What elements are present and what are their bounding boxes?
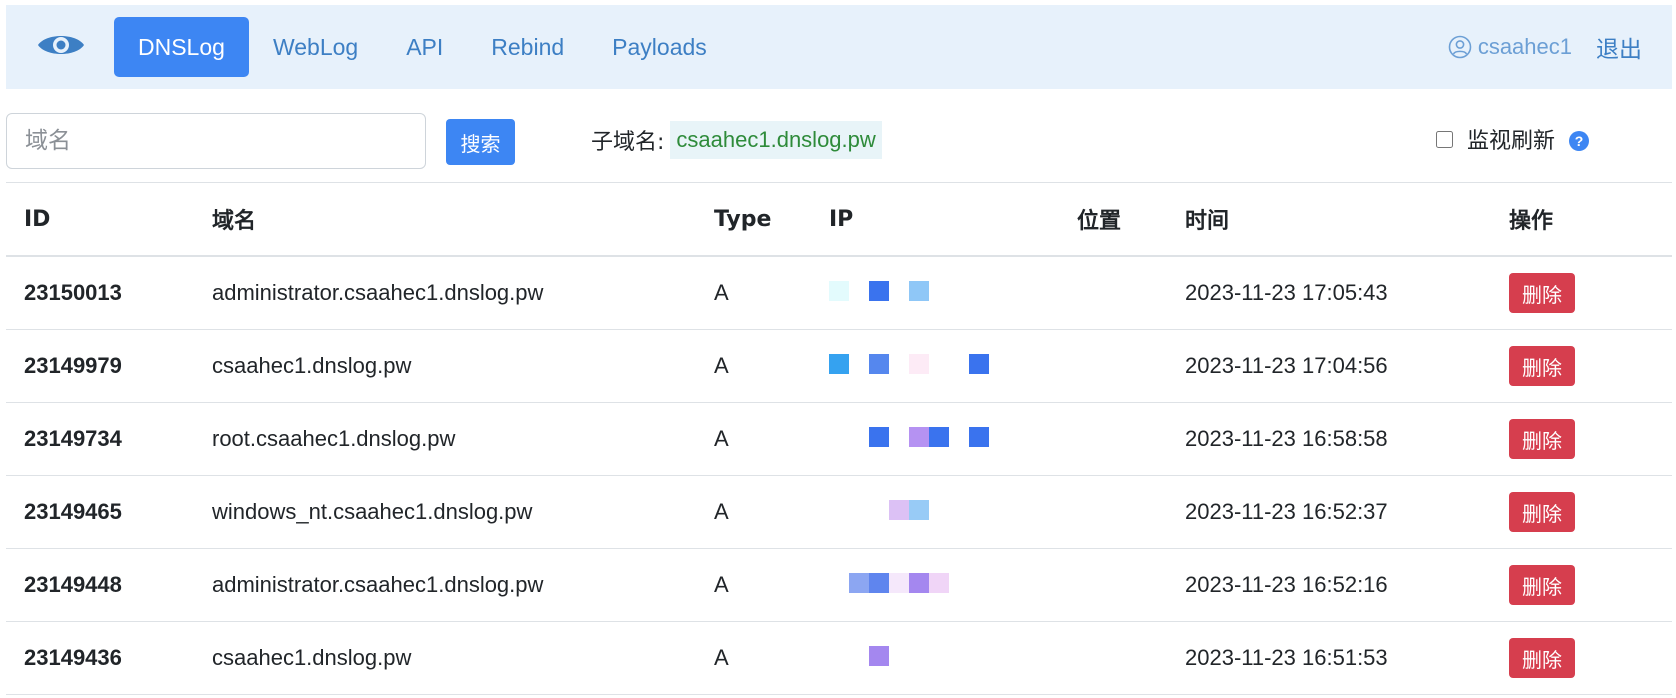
nav-item-rebind[interactable]: Rebind [467,17,588,77]
row-action: 删除 [1491,329,1672,403]
row-action: 删除 [1491,256,1672,330]
row-time: 2023-11-23 17:04:56 [1167,329,1491,403]
table-header-row: ID 域名 Type IP 位置 时间 操作 [6,183,1672,257]
subdomain-label: 子域名: [591,130,665,155]
eye-icon [36,30,86,65]
table-row: 23149448 administrator.csaahec1.dnslog.p… [6,548,1672,622]
table-row: 23150013 administrator.csaahec1.dnslog.p… [6,256,1672,330]
row-location [1059,402,1167,476]
header-id: ID [6,183,194,257]
ip-pixelated-redaction [829,572,949,594]
nav-links: DNSLog WebLog API Rebind Payloads [114,17,731,77]
row-time: 2023-11-23 16:58:58 [1167,402,1491,476]
row-action: 删除 [1491,475,1672,549]
ip-pixelated-redaction [829,353,989,375]
search-row: 搜索 子域名: csaahec1.dnslog.pw 监视刷新 ? [6,113,1672,173]
row-id: 23150013 [6,256,194,330]
row-id: 23149448 [6,548,194,622]
row-ip [811,256,1059,330]
row-id: 23149979 [6,329,194,403]
nav-item-dnslog[interactable]: DNSLog [114,17,249,77]
row-type: A [696,402,811,476]
ip-pixelated-redaction [829,426,989,448]
nav-item-weblog[interactable]: WebLog [249,17,382,77]
delete-button[interactable]: 删除 [1509,565,1575,605]
row-domain: csaahec1.dnslog.pw [194,621,696,695]
question-circle-icon[interactable]: ? [1569,131,1590,151]
row-time: 2023-11-23 16:52:16 [1167,548,1491,622]
row-id: 23149436 [6,621,194,695]
row-domain: administrator.csaahec1.dnslog.pw [194,256,696,330]
header-ip: IP [811,183,1059,257]
header-action: 操作 [1491,183,1672,257]
row-time: 2023-11-23 17:05:43 [1167,256,1491,330]
delete-button[interactable]: 删除 [1509,346,1575,386]
row-ip [811,475,1059,549]
table-row: 23149465 windows_nt.csaahec1.dnslog.pw A… [6,475,1672,549]
subdomain-info: 子域名: csaahec1.dnslog.pw [591,119,882,161]
delete-button[interactable]: 删除 [1509,273,1575,313]
brand-logo[interactable] [30,5,92,89]
row-time: 2023-11-23 16:51:53 [1167,621,1491,695]
table-row: 23149734 root.csaahec1.dnslog.pw A 2023-… [6,402,1672,476]
user-menu[interactable]: csaahec1 [1448,34,1572,60]
row-type: A [696,621,811,695]
delete-button[interactable]: 删除 [1509,492,1575,532]
delete-button[interactable]: 删除 [1509,419,1575,459]
ip-pixelated-redaction [829,645,889,667]
row-location [1059,256,1167,330]
nav-right: csaahec1 退出 [1448,5,1642,89]
logout-link[interactable]: 退出 [1596,30,1642,64]
monitor-refresh-checkbox[interactable] [1436,130,1453,148]
row-type: A [696,329,811,403]
row-location [1059,329,1167,403]
row-id: 23149734 [6,402,194,476]
row-type: A [696,256,811,330]
delete-button[interactable]: 删除 [1509,638,1575,678]
row-location [1059,548,1167,622]
row-action: 删除 [1491,402,1672,476]
monitor-refresh-label: 监视刷新 [1467,129,1556,154]
monitor-refresh[interactable]: 监视刷新 ? [1436,123,1590,155]
row-domain: windows_nt.csaahec1.dnslog.pw [194,475,696,549]
row-type: A [696,548,811,622]
row-domain: root.csaahec1.dnslog.pw [194,402,696,476]
domain-search-input[interactable] [6,113,426,169]
row-location [1059,475,1167,549]
row-location [1059,621,1167,695]
row-domain: csaahec1.dnslog.pw [194,329,696,403]
row-ip [811,329,1059,403]
row-id: 23149465 [6,475,194,549]
table-row: 23149979 csaahec1.dnslog.pw A 2023-11-23… [6,329,1672,403]
nav-item-payloads[interactable]: Payloads [588,17,731,77]
row-action: 删除 [1491,621,1672,695]
nav-item-api[interactable]: API [382,17,467,77]
top-navbar: DNSLog WebLog API Rebind Payloads csaahe… [6,5,1672,89]
row-ip [811,621,1059,695]
row-ip [811,402,1059,476]
user-circle-icon [1448,35,1472,59]
row-time: 2023-11-23 16:52:37 [1167,475,1491,549]
dns-records-table: ID 域名 Type IP 位置 时间 操作 23150013 administ… [6,182,1672,695]
header-location: 位置 [1059,183,1167,257]
header-domain: 域名 [194,183,696,257]
ip-pixelated-redaction [829,280,929,302]
row-domain: administrator.csaahec1.dnslog.pw [194,548,696,622]
search-button[interactable]: 搜索 [446,119,515,165]
table-row: 23149436 csaahec1.dnslog.pw A 2023-11-23… [6,621,1672,695]
header-type: Type [696,183,811,257]
header-time: 时间 [1167,183,1491,257]
row-ip [811,548,1059,622]
ip-pixelated-redaction [829,499,929,521]
username: csaahec1 [1477,34,1572,59]
row-type: A [696,475,811,549]
subdomain-value: csaahec1.dnslog.pw [670,121,882,159]
row-action: 删除 [1491,548,1672,622]
